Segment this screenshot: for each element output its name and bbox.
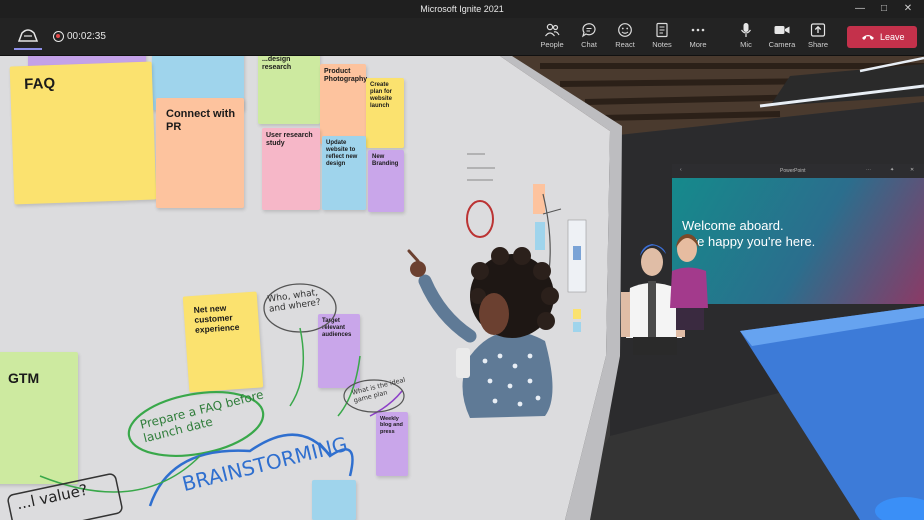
leave-button[interactable]: Leave <box>847 26 917 48</box>
people-button[interactable]: People <box>533 22 571 54</box>
avatar-presenter[interactable] <box>407 247 559 418</box>
hang-up-icon <box>862 35 874 40</box>
people-icon <box>545 23 560 37</box>
more-label: More <box>689 40 707 49</box>
share-label: Share <box>807 40 828 49</box>
title-bar: Microsoft Ignite 2021 — □ ✕ <box>0 0 924 18</box>
mic-icon <box>741 23 751 37</box>
chat-button[interactable]: Chat <box>570 22 608 54</box>
mesh-immersive-scene: ‹ PowerPoint ⋯ ✦ ✕ Welcome aboard. ...re… <box>0 56 924 520</box>
chat-label: Chat <box>581 40 597 49</box>
notes-icon <box>656 22 668 38</box>
meeting-toolbar: 00:02:35 People Chat React Notes More Mi… <box>0 18 924 56</box>
leave-label: Leave <box>880 32 905 42</box>
share-button[interactable]: Share <box>799 22 837 54</box>
more-button[interactable]: More <box>679 22 717 54</box>
react-icon <box>618 23 632 37</box>
participants-roster-icon[interactable] <box>14 24 42 50</box>
notes-button[interactable]: Notes <box>643 22 681 54</box>
share-icon <box>810 23 826 37</box>
close-icon[interactable]: ✕ <box>897 1 919 17</box>
more-icon <box>691 28 705 32</box>
camera-icon <box>774 26 790 34</box>
react-label: React <box>615 40 635 49</box>
avatars <box>407 234 708 418</box>
window-title: Microsoft Ignite 2021 <box>420 4 504 14</box>
people-label: People <box>540 40 564 49</box>
notes-label: Notes <box>652 40 672 49</box>
maximize-icon[interactable]: □ <box>873 1 895 17</box>
camera-button[interactable]: Camera <box>763 22 801 54</box>
camera-label: Camera <box>768 40 796 49</box>
chat-icon <box>581 23 596 38</box>
meeting-timer: 00:02:35 <box>67 31 106 42</box>
mic-button[interactable]: Mic <box>727 22 765 54</box>
minimize-icon[interactable]: — <box>849 1 871 17</box>
mic-label: Mic <box>740 40 752 49</box>
recording-icon <box>53 31 64 42</box>
teams-mesh-window: Microsoft Ignite 2021 — □ ✕ 00:02:35 Peo… <box>0 0 924 520</box>
react-button[interactable]: React <box>606 22 644 54</box>
